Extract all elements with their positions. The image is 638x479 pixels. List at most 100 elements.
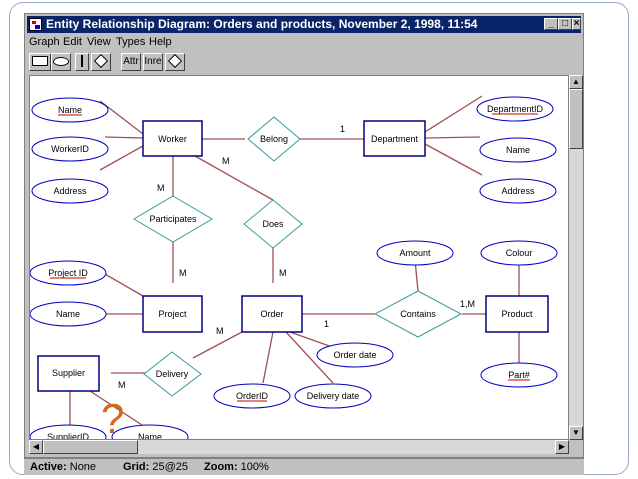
entity-supplier-label: Supplier	[52, 368, 85, 378]
entity-project-label: Project	[158, 309, 187, 319]
status-grid-value: 25@25	[152, 461, 188, 473]
title-bar: Entity Relationship Diagram: Orders and …	[27, 16, 581, 33]
close-button[interactable]: ×	[572, 18, 581, 30]
attribute-colour[interactable]: Colour	[480, 240, 558, 266]
entity-tool-button[interactable]	[29, 53, 51, 71]
attribute-tool-button[interactable]	[51, 53, 71, 71]
attribute-amount-label: Amount	[399, 248, 431, 258]
attribute-department-address-label: Address	[501, 186, 535, 196]
cardinality-contains-product: 1,M	[460, 299, 475, 309]
entity-product[interactable]: Product	[485, 295, 549, 333]
diamond-tool-button[interactable]	[165, 53, 185, 71]
cardinality-worker-participates: M	[157, 183, 165, 193]
entity-project[interactable]: Project	[142, 295, 203, 333]
attribute-part[interactable]: Part#	[480, 362, 558, 388]
menu-view[interactable]: View	[87, 36, 111, 48]
relationship-delivery-label: Delivery	[156, 369, 189, 379]
relationship-belong-label: Belong	[260, 134, 288, 144]
menu-types[interactable]: Types	[116, 36, 145, 48]
status-active-label: Active:	[30, 461, 67, 473]
er-diagram: .cn { stroke:#a05050; stroke-width:1.3; …	[30, 95, 558, 440]
maximize-button[interactable]: □	[558, 18, 572, 30]
attribute-worker-name[interactable]: Name	[31, 97, 109, 123]
entity-department[interactable]: Department	[363, 120, 426, 157]
entity-order-label: Order	[260, 309, 283, 319]
diamond-icon	[167, 54, 183, 69]
horizontal-scrollbar[interactable]: ◀ ▶	[29, 440, 569, 454]
toolbar: Attr Inre	[27, 52, 581, 74]
relationship-belong[interactable]: Belong	[247, 116, 301, 162]
cardinality-belong-department: 1	[340, 124, 345, 134]
connector-lines	[69, 95, 520, 426]
attribute-departmentid-label: DepartmentID	[487, 104, 544, 114]
inre-button[interactable]: Inre	[143, 53, 163, 71]
diamond-icon	[93, 54, 109, 69]
attribute-project-name[interactable]: Name	[30, 301, 107, 327]
relationship-does-label: Does	[262, 219, 284, 229]
attribute-project-id[interactable]: Project ID	[30, 260, 107, 286]
cardinality-does-order: M	[279, 268, 287, 278]
window-title: Entity Relationship Diagram: Orders and …	[46, 17, 478, 31]
attribute-department-name-label: Name	[506, 145, 530, 155]
question-mark-overlay: ?	[101, 395, 124, 440]
attribute-orderid-label: OrderID	[236, 391, 269, 401]
vertical-scroll-thumb[interactable]	[569, 89, 583, 149]
attribute-part-label: Part#	[508, 370, 530, 380]
entity-supplier[interactable]: Supplier	[37, 355, 100, 392]
scroll-left-button[interactable]: ◀	[29, 440, 43, 454]
relationship-tool-button[interactable]	[91, 53, 111, 71]
attribute-orderid[interactable]: OrderID	[213, 383, 291, 409]
attribute-departmentid[interactable]: DepartmentID	[476, 96, 554, 122]
attribute-worker-address[interactable]: Address	[31, 178, 109, 204]
status-zoom-value: 100%	[240, 461, 269, 473]
attr-button[interactable]: Attr	[121, 53, 141, 71]
scroll-down-button[interactable]: ▼	[569, 426, 583, 440]
status-zoom-label: Zoom:	[204, 461, 238, 473]
app-icon	[29, 18, 42, 31]
cardinality-delivery-supplier: M	[118, 380, 126, 390]
relationship-does[interactable]: Does	[243, 199, 303, 249]
status-active: Active: None	[30, 459, 96, 476]
ellipse-icon	[53, 56, 69, 66]
connector-tool-button[interactable]	[75, 53, 89, 71]
minimize-button[interactable]: _	[544, 18, 558, 30]
attribute-department-address[interactable]: Address	[479, 178, 557, 204]
horizontal-scroll-thumb[interactable]	[43, 440, 138, 454]
status-active-value: None	[69, 461, 97, 473]
status-zoom: Zoom: 100%	[204, 459, 269, 476]
status-grid-label: Grid:	[123, 461, 150, 473]
line-icon	[81, 55, 83, 68]
attribute-supplierid-label: SupplierID	[47, 432, 90, 440]
attribute-project-name-label: Name	[56, 309, 80, 319]
attribute-delivery-date[interactable]: Delivery date	[294, 383, 372, 409]
vertical-scrollbar[interactable]: ▲ ▼	[569, 75, 583, 440]
entity-worker[interactable]: Worker	[142, 120, 203, 157]
menu-help[interactable]: Help	[149, 36, 172, 48]
cardinality-order-contains: 1	[324, 319, 329, 329]
attribute-worker-address-label: Address	[53, 186, 87, 196]
attribute-department-name[interactable]: Name	[479, 137, 557, 163]
application-window: Entity Relationship Diagram: Orders and …	[24, 13, 584, 458]
scroll-up-button[interactable]: ▲	[569, 75, 583, 89]
relationship-participates[interactable]: Participates	[133, 195, 213, 243]
status-bar: Active: None Grid: 25@25 Zoom: 100%	[24, 458, 584, 475]
rectangle-icon	[32, 56, 48, 67]
relationship-contains[interactable]: Contains	[373, 290, 463, 338]
cardinality-order-delivery: M	[216, 326, 224, 336]
entity-product-label: Product	[501, 309, 533, 319]
attribute-workerid[interactable]: WorkerID	[31, 136, 109, 162]
attribute-project-id-label: Project ID	[48, 268, 88, 278]
menu-edit[interactable]: Edit	[63, 36, 82, 48]
attribute-colour-label: Colour	[506, 248, 533, 258]
attribute-supplierid[interactable]: SupplierID	[30, 424, 107, 440]
attribute-amount[interactable]: Amount	[376, 240, 454, 266]
attribute-order-date[interactable]: Order date	[316, 342, 394, 368]
cardinality-participates-project: M	[179, 268, 187, 278]
diagram-canvas[interactable]: .cn { stroke:#a05050; stroke-width:1.3; …	[29, 75, 569, 440]
cardinality-worker-belong: M	[222, 156, 230, 166]
relationship-delivery[interactable]: Delivery	[143, 351, 202, 397]
menu-graph[interactable]: Graph	[29, 36, 60, 48]
entity-order[interactable]: Order	[241, 295, 303, 333]
scroll-right-button[interactable]: ▶	[555, 440, 569, 454]
attribute-supplier-name-label: Name	[138, 432, 162, 440]
